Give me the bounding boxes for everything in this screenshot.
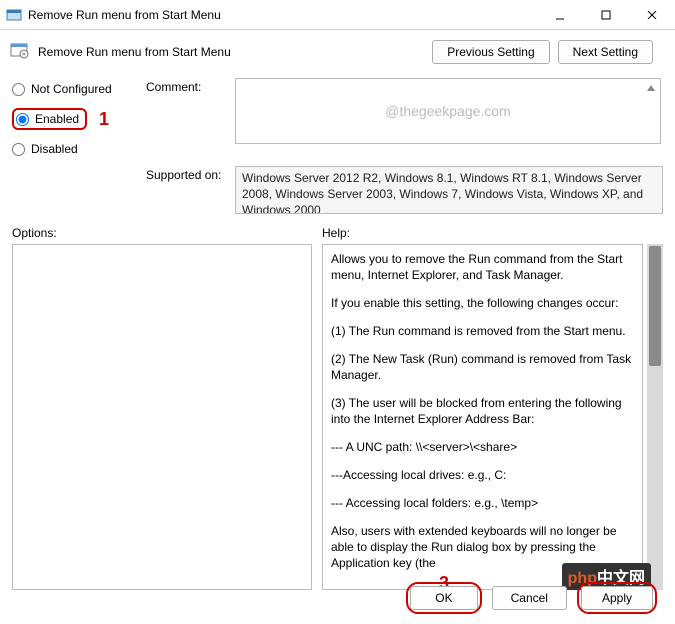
watermark-text: @thegeekpage.com (385, 103, 511, 119)
annotation-1: 1 (99, 109, 109, 130)
help-pane: Allows you to remove the Run command fro… (322, 244, 643, 590)
help-scrollbar[interactable] (647, 244, 663, 590)
dialog-footer: OK Cancel Apply (406, 582, 657, 614)
help-text: --- A UNC path: \\<server>\<share> (331, 439, 634, 455)
help-text: (2) The New Task (Run) command is remove… (331, 351, 634, 383)
header-row: Remove Run menu from Start Menu Previous… (0, 30, 675, 70)
help-text: Allows you to remove the Run command fro… (331, 251, 634, 283)
previous-setting-button[interactable]: Previous Setting (432, 40, 549, 64)
help-text: If you enable this setting, the followin… (331, 295, 634, 311)
help-text: ---Accessing local drives: e.g., C: (331, 467, 634, 483)
minimize-button[interactable] (537, 0, 583, 30)
ok-button[interactable]: OK (410, 586, 477, 610)
policy-title: Remove Run menu from Start Menu (38, 45, 432, 59)
scrollbar-thumb[interactable] (649, 246, 661, 366)
radio-enabled[interactable]: Enabled (12, 108, 87, 130)
policy-icon (10, 43, 32, 61)
titlebar: Remove Run menu from Start Menu (0, 0, 675, 30)
maximize-button[interactable] (583, 0, 629, 30)
apply-button[interactable]: Apply (581, 586, 653, 610)
comment-textarea[interactable]: @thegeekpage.com (235, 78, 661, 144)
radio-label: Enabled (35, 112, 79, 126)
radio-not-configured[interactable]: Not Configured (12, 82, 142, 96)
options-label: Options: (12, 226, 322, 240)
comment-label: Comment: (146, 78, 231, 156)
app-icon (6, 7, 22, 23)
radio-label: Disabled (31, 142, 78, 156)
radio-disabled[interactable]: Disabled (12, 142, 142, 156)
supported-on-text: Windows Server 2012 R2, Windows 8.1, Win… (242, 171, 643, 214)
scroll-up-icon (644, 81, 658, 95)
state-radio-group: Not Configured Enabled 1 Disabled (12, 78, 142, 156)
options-pane (12, 244, 312, 590)
help-text: --- Accessing local folders: e.g., \temp… (331, 495, 634, 511)
supported-on-box: Windows Server 2012 R2, Windows 8.1, Win… (235, 166, 663, 214)
next-setting-button[interactable]: Next Setting (558, 40, 653, 64)
radio-label: Not Configured (31, 82, 112, 96)
cancel-button[interactable]: Cancel (492, 586, 567, 610)
help-text: (1) The Run command is removed from the … (331, 323, 634, 339)
supported-label: Supported on: (146, 166, 231, 214)
help-label: Help: (322, 226, 663, 240)
help-text: (3) The user will be blocked from enteri… (331, 395, 634, 427)
close-button[interactable] (629, 0, 675, 30)
window-title: Remove Run menu from Start Menu (28, 8, 537, 22)
